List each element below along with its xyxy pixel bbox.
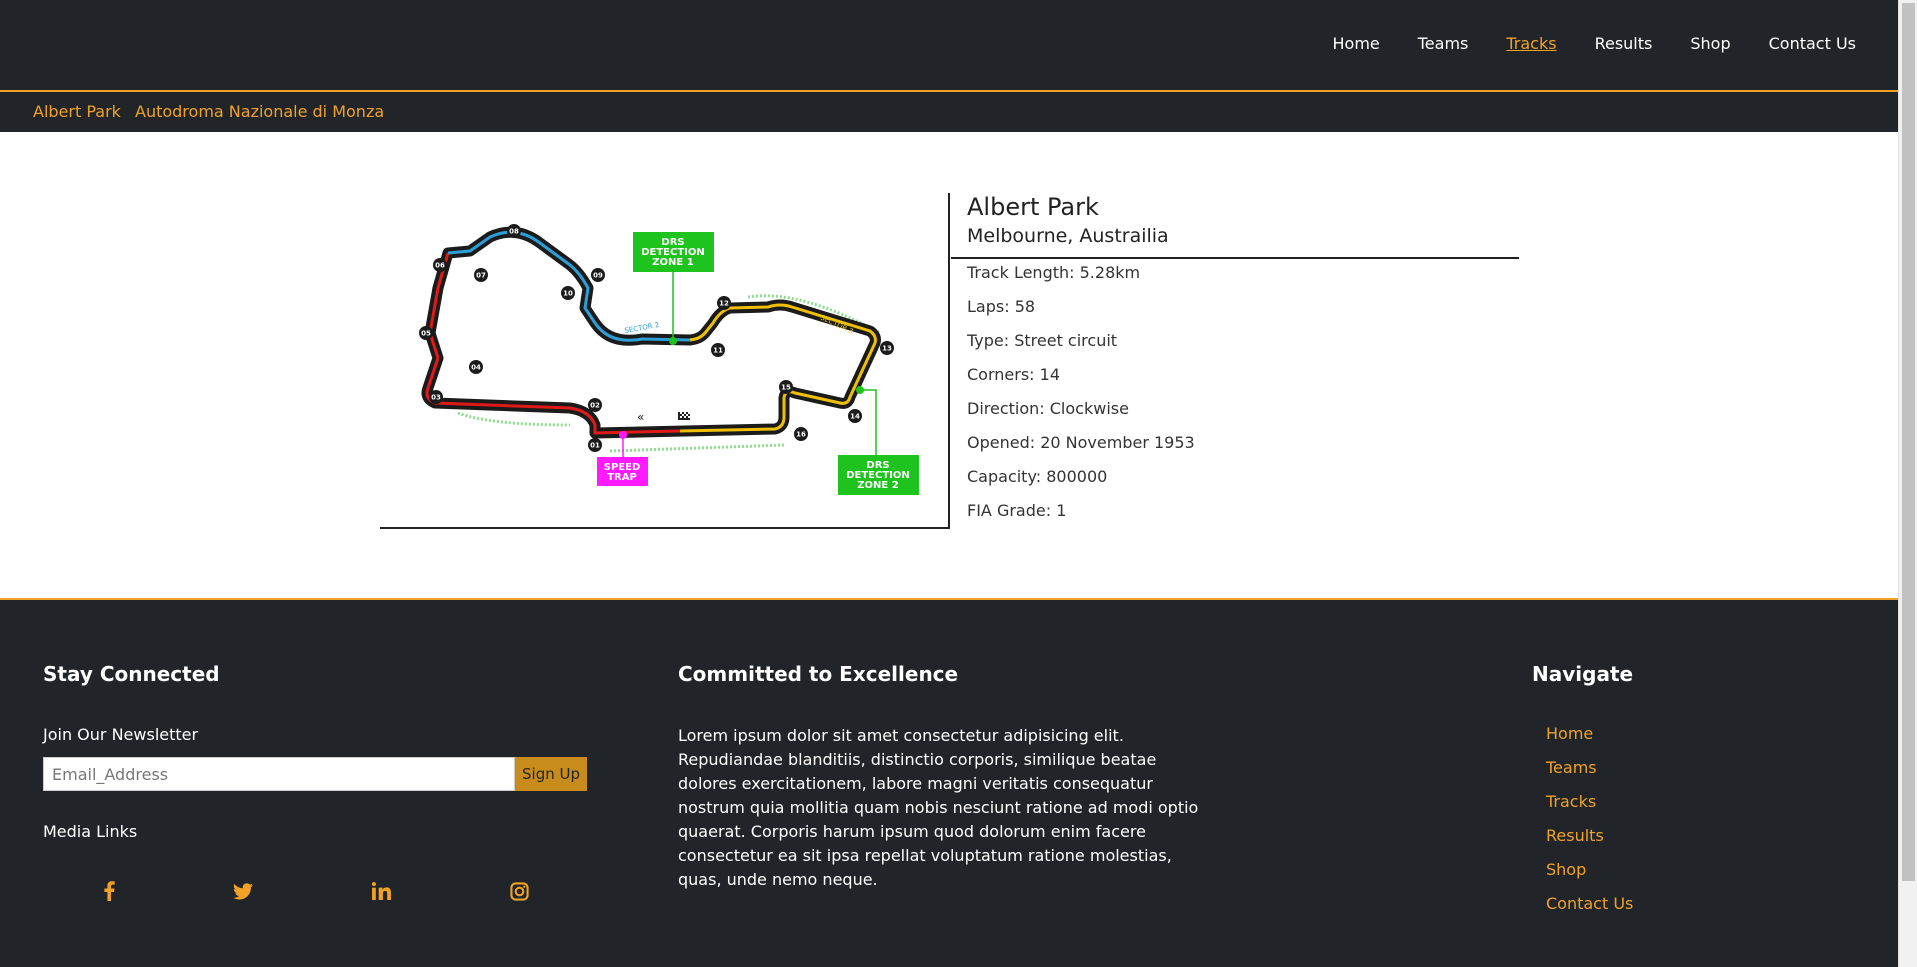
footer-nav-home[interactable]: Home [1546,724,1633,745]
turn-label: 12 [719,300,729,308]
turn-label: 11 [713,347,723,355]
footer: Stay Connected Join Our Newsletter Sign … [0,598,1898,967]
drs-zone-dotted-line [609,443,786,453]
nav-tracks[interactable]: Tracks [1506,34,1556,53]
track-corners: Corners: 14 [967,365,1060,384]
instagram-icon[interactable] [506,878,532,904]
drs-zone-dotted-line [457,411,571,427]
nav-contact-us[interactable]: Contact Us [1769,34,1856,53]
newsletter-label: Join Our Newsletter [43,725,199,744]
turn-label: 14 [850,413,860,421]
track-laps: Laps: 58 [967,297,1036,316]
turn-label: 10 [563,290,573,298]
committed-text: Lorem ipsum dolor sit amet consectetur a… [678,726,1199,889]
track-map-card: SECTOR 2 SECTOR 3 « DRS DETECTION ZONE 1… [380,193,950,529]
turn-label: 06 [435,262,445,270]
turn-label: 13 [882,345,892,353]
direction-arrows-icon: « [637,410,644,424]
turn-label: 15 [781,384,791,392]
track-name: Albert Park [967,193,1099,221]
svg-text:ZONE 2: ZONE 2 [857,480,898,491]
footer-nav-shop[interactable]: Shop [1546,860,1633,881]
footer-nav-tracks[interactable]: Tracks [1546,792,1633,813]
email-input[interactable] [43,757,515,791]
top-navbar: Home Teams Tracks Results Shop Contact U… [0,0,1898,92]
turn-label: 08 [509,228,519,236]
stay-connected-heading: Stay Connected [43,662,220,686]
page: Home Teams Tracks Results Shop Contact U… [0,0,1898,967]
turn-label: 02 [590,402,600,410]
track-location: Melbourne, Austrailia [967,225,1169,247]
navigate-heading: Navigate [1532,662,1634,686]
turn-label: 09 [593,272,603,280]
scrollbar[interactable] [1898,0,1917,967]
nav-teams[interactable]: Teams [1418,34,1469,53]
track-length: Track Length: 5.28km [967,263,1141,282]
turn-label: 05 [421,330,431,338]
nav-results[interactable]: Results [1595,34,1653,53]
sign-up-button[interactable]: Sign Up [515,757,587,791]
subnav-albert-park[interactable]: Albert Park [33,102,121,121]
footer-nav-teams[interactable]: Teams [1546,758,1633,779]
track-direction: Direction: Clockwise [967,399,1129,418]
track-info: Albert Park Melbourne, Austrailia Track … [951,193,1519,531]
turn-label: 16 [796,431,806,439]
svg-text:TRAP: TRAP [607,472,637,483]
facebook-icon[interactable] [96,878,122,904]
main-nav: Home Teams Tracks Results Shop Contact U… [1333,34,1857,53]
turn-label: 03 [431,394,441,402]
track-fia-grade: FIA Grade: 1 [967,501,1067,520]
scrollbar-thumb[interactable] [1902,3,1915,881]
footer-nav: Home Teams Tracks Results Shop Contact U… [1546,724,1633,915]
committed-heading: Committed to Excellence [678,662,959,686]
turn-label: 07 [476,272,486,280]
nav-home[interactable]: Home [1333,34,1380,53]
footer-nav-contact-us[interactable]: Contact Us [1546,894,1633,915]
track-type: Type: Street circuit [967,331,1118,350]
track-map: SECTOR 2 SECTOR 3 « DRS DETECTION ZONE 1… [419,224,919,495]
twitter-icon[interactable] [230,878,256,904]
footer-nav-results[interactable]: Results [1546,826,1633,847]
nav-shop[interactable]: Shop [1690,34,1730,53]
turn-label: 04 [471,364,481,372]
linkedin-icon[interactable] [368,878,394,904]
track-subnav: Albert Park Autodroma Nazionale di Monza [0,92,1898,132]
turn-label: 01 [590,442,600,450]
media-links-label: Media Links [43,822,138,841]
subnav-monza[interactable]: Autodroma Nazionale di Monza [135,102,384,121]
track-capacity: Capacity: 800000 [967,467,1108,486]
track-opened: Opened: 20 November 1953 [967,433,1195,452]
sector-2-label: SECTOR 2 [624,321,660,335]
svg-text:ZONE 1: ZONE 1 [652,257,693,268]
